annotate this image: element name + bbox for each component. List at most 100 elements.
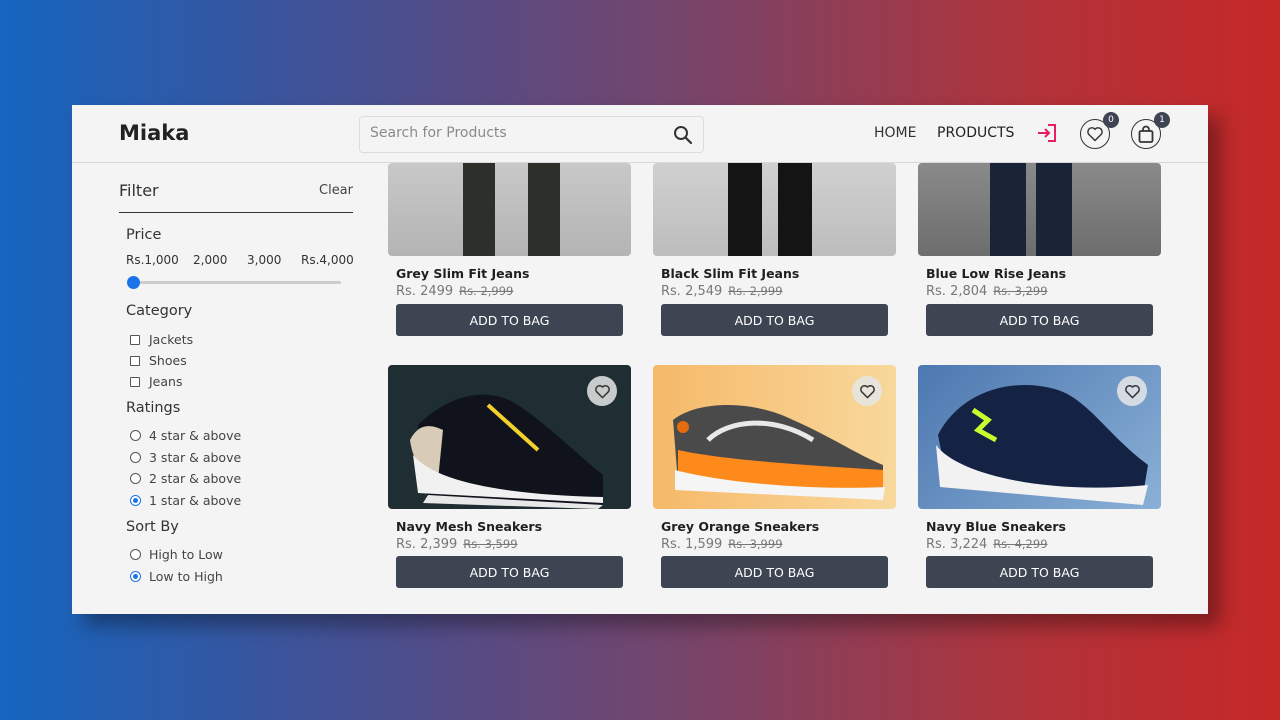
wishlist-count-badge: 0 (1103, 112, 1119, 128)
price-slider-track[interactable] (133, 281, 341, 284)
price-label: Rs.1,000 (126, 253, 179, 267)
header: Miaka HOME PRODUCTS 0 1 (72, 105, 1208, 163)
add-to-bag-button[interactable]: ADD TO BAG (396, 556, 623, 588)
category-title: Category (126, 303, 193, 319)
current-price: Rs. 3,224 (926, 537, 988, 552)
product-grid: Grey Slim Fit Jeans Rs. 2499 Rs. 2,999 AD… (388, 163, 1178, 614)
product-card[interactable]: Navy Mesh Sneakers Rs. 2,399 Rs. 3,599 AD… (388, 365, 631, 591)
sort-option-low-to-high[interactable]: Low to High (130, 569, 223, 584)
product-price: Rs. 2,399 Rs. 3,599 (396, 537, 518, 552)
category-option-jackets[interactable]: Jackets (130, 332, 193, 347)
sort-title: Sort By (126, 519, 179, 535)
nav-products-link[interactable]: PRODUCTS (937, 125, 1014, 141)
option-label: Jeans (149, 374, 183, 389)
price-label: 3,000 (247, 253, 282, 267)
original-price: Rs. 2,999 (728, 284, 783, 298)
option-label: 3 star & above (149, 450, 242, 465)
product-card[interactable]: Grey Orange Sneakers Rs. 1,599 Rs. 3,999 … (653, 365, 896, 591)
wishlist-button[interactable]: 0 (1080, 112, 1119, 149)
current-price: Rs. 1,599 (661, 537, 723, 552)
bag-count-badge: 1 (1154, 112, 1170, 128)
add-to-bag-button[interactable]: ADD TO BAG (396, 304, 623, 336)
option-label: Shoes (149, 353, 187, 368)
checkbox[interactable] (130, 355, 140, 366)
checkbox[interactable] (130, 376, 140, 387)
product-price: Rs. 2,549 Rs. 2,999 (661, 284, 783, 299)
product-name[interactable]: Navy Mesh Sneakers (396, 519, 542, 534)
option-label: Low to High (149, 569, 223, 584)
search-input[interactable] (370, 125, 660, 141)
product-card[interactable]: Grey Slim Fit Jeans Rs. 2499 Rs. 2,999 AD… (388, 163, 631, 338)
wishlist-heart-icon[interactable] (852, 376, 882, 406)
add-to-bag-button[interactable]: ADD TO BAG (926, 304, 1153, 336)
product-image[interactable] (388, 163, 631, 256)
product-image[interactable] (653, 163, 896, 256)
clear-filters-button[interactable]: Clear (319, 183, 353, 198)
product-image[interactable] (918, 163, 1161, 256)
product-name[interactable]: Black Slim Fit Jeans (661, 266, 799, 281)
app-window: Miaka HOME PRODUCTS 0 1 Filter Clear Pri… (72, 105, 1208, 614)
product-card[interactable]: Black Slim Fit Jeans Rs. 2,549 Rs. 2,999 … (653, 163, 896, 338)
radio-button[interactable] (130, 549, 141, 560)
nav-home-link[interactable]: HOME (874, 125, 916, 141)
product-name[interactable]: Blue Low Rise Jeans (926, 266, 1066, 281)
rating-option-4[interactable]: 4 star & above (130, 428, 241, 443)
original-price: Rs. 3,299 (993, 284, 1048, 298)
radio-button[interactable] (130, 430, 141, 441)
original-price: Rs. 2,999 (459, 284, 514, 298)
product-image[interactable] (388, 365, 631, 509)
original-price: Rs. 3,599 (463, 537, 518, 551)
price-label: Rs.4,000 (301, 253, 354, 267)
wishlist-heart-icon[interactable] (587, 376, 617, 406)
product-name[interactable]: Grey Orange Sneakers (661, 519, 819, 534)
search-icon[interactable] (673, 125, 693, 149)
product-price: Rs. 2499 Rs. 2,999 (396, 284, 513, 299)
checkbox[interactable] (130, 334, 140, 345)
add-to-bag-button[interactable]: ADD TO BAG (661, 304, 888, 336)
product-name[interactable]: Grey Slim Fit Jeans (396, 266, 529, 281)
radio-button-selected[interactable] (130, 495, 141, 506)
product-price: Rs. 3,224 Rs. 4,299 (926, 537, 1048, 552)
current-price: Rs. 2,549 (661, 284, 723, 299)
option-label: Jackets (149, 332, 194, 347)
category-option-jeans[interactable]: Jeans (130, 374, 182, 389)
search-bar (359, 116, 704, 153)
add-to-bag-button[interactable]: ADD TO BAG (926, 556, 1153, 588)
price-label: 2,000 (193, 253, 228, 267)
radio-button[interactable] (130, 452, 141, 463)
bag-icon (1138, 125, 1154, 143)
filter-header: Filter Clear (119, 181, 353, 213)
bag-button[interactable]: 1 (1131, 112, 1170, 149)
option-label: 2 star & above (149, 471, 242, 486)
product-card[interactable]: Blue Low Rise Jeans Rs. 2,804 Rs. 3,299 A… (918, 163, 1161, 338)
login-icon[interactable] (1036, 123, 1058, 147)
option-label: 1 star & above (149, 493, 242, 508)
current-price: Rs. 2499 (396, 284, 454, 299)
product-price: Rs. 1,599 Rs. 3,999 (661, 537, 783, 552)
radio-button-selected[interactable] (130, 571, 141, 582)
original-price: Rs. 4,299 (993, 537, 1048, 551)
current-price: Rs. 2,399 (396, 537, 458, 552)
category-option-shoes[interactable]: Shoes (130, 353, 187, 368)
rating-option-1[interactable]: 1 star & above (130, 493, 241, 508)
rating-option-3[interactable]: 3 star & above (130, 450, 241, 465)
radio-button[interactable] (130, 473, 141, 484)
price-slider-thumb[interactable] (127, 276, 140, 289)
option-label: High to Low (149, 547, 223, 562)
logo[interactable]: Miaka (119, 121, 189, 145)
product-price: Rs. 2,804 Rs. 3,299 (926, 284, 1048, 299)
original-price: Rs. 3,999 (728, 537, 783, 551)
heart-icon (1087, 127, 1103, 142)
price-title: Price (126, 227, 162, 243)
add-to-bag-button[interactable]: ADD TO BAG (661, 556, 888, 588)
ratings-title: Ratings (126, 400, 181, 416)
rating-option-2[interactable]: 2 star & above (130, 471, 241, 486)
product-image[interactable] (918, 365, 1161, 509)
current-price: Rs. 2,804 (926, 284, 988, 299)
sort-option-high-to-low[interactable]: High to Low (130, 547, 223, 562)
product-card[interactable]: Navy Blue Sneakers Rs. 3,224 Rs. 4,299 AD… (918, 365, 1161, 591)
wishlist-heart-icon[interactable] (1117, 376, 1147, 406)
product-name[interactable]: Navy Blue Sneakers (926, 519, 1066, 534)
filter-title: Filter (119, 181, 159, 200)
product-image[interactable] (653, 365, 896, 509)
